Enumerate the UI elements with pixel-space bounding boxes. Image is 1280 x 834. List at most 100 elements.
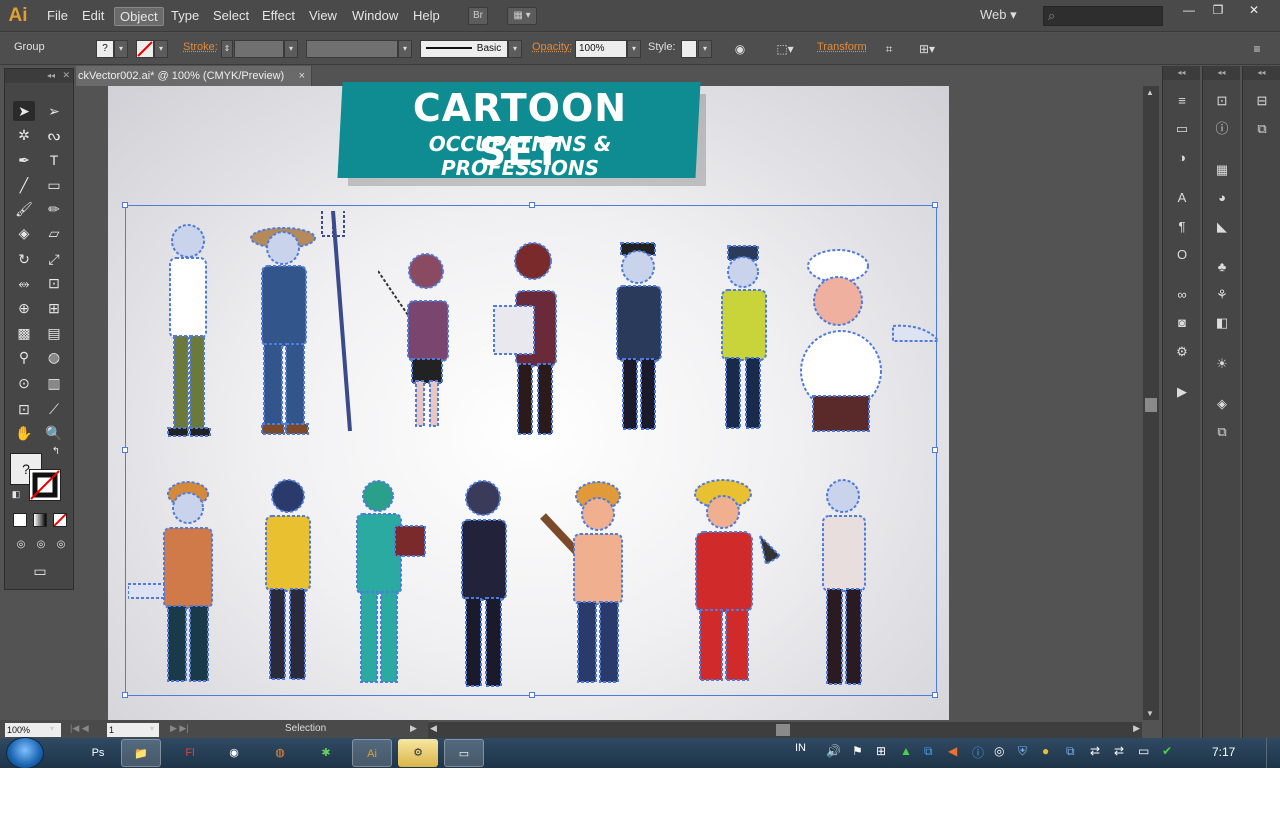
taskbar-clock[interactable]: 7:17: [1212, 745, 1235, 759]
taskbar-explorer-icon[interactable]: 📁: [121, 739, 161, 767]
mesh-tool-icon[interactable]: ▩: [13, 323, 35, 343]
zoom-tool-icon[interactable]: 🔍: [43, 423, 65, 443]
menu-view[interactable]: View: [304, 7, 342, 24]
scroll-right-icon[interactable]: ▶: [1133, 723, 1140, 734]
stroke-swatch[interactable]: [136, 40, 154, 58]
appearance-panel-icon[interactable]: ☀: [1210, 353, 1234, 375]
vertical-scroll-thumb[interactable]: [1145, 398, 1157, 412]
column-graph-tool-icon[interactable]: ▥: [43, 373, 65, 393]
screen-mode-icon[interactable]: ▭: [27, 561, 53, 579]
tray-windows-icon[interactable]: ⊞: [876, 744, 886, 758]
direct-selection-tool-icon[interactable]: ➢: [43, 101, 65, 121]
opacity-dropdown[interactable]: ▾: [627, 40, 641, 58]
doctor-figure[interactable]: [148, 216, 228, 446]
workspace-switcher[interactable]: Web ▾: [980, 7, 1017, 23]
horizontal-scrollbar[interactable]: ◀ ▶: [428, 722, 1142, 738]
chef-figure[interactable]: [793, 246, 943, 446]
scale-tool-icon[interactable]: ⤢: [43, 249, 65, 269]
vertical-scrollbar[interactable]: ▲ ▼: [1143, 86, 1159, 720]
gradient-panel-icon[interactable]: ▭: [1170, 118, 1194, 140]
fill-dropdown[interactable]: ▾: [114, 40, 128, 58]
waiter-figure[interactable]: [803, 476, 883, 691]
info-panel-icon[interactable]: ⓘ: [1210, 118, 1234, 140]
transform-options-icon[interactable]: ⊞▾: [912, 41, 942, 57]
mechanic-figure[interactable]: [248, 476, 328, 691]
tray-speaker-icon[interactable]: ◀: [948, 744, 957, 758]
recolor-artwork-icon[interactable]: ◉: [731, 41, 749, 57]
isolate-group-icon[interactable]: ⌗: [880, 41, 898, 57]
play-action-icon[interactable]: ▶: [1170, 381, 1194, 403]
artboard-dropdown-icon[interactable]: ▾: [150, 724, 154, 733]
menu-effect[interactable]: Effect: [257, 7, 300, 24]
image-trace-panel-icon[interactable]: ◙: [1170, 312, 1194, 334]
businessman-figure[interactable]: [438, 476, 528, 691]
firefighter-figure[interactable]: [668, 476, 788, 691]
taskbar-chrome-icon[interactable]: ◉: [214, 739, 254, 767]
draw-normal-icon[interactable]: ◎: [11, 537, 31, 553]
taskbar-utility-icon[interactable]: ⚙: [398, 739, 438, 767]
minimize-button[interactable]: —: [1174, 0, 1204, 20]
draw-inside-icon[interactable]: ◎: [51, 537, 71, 553]
canvas-area[interactable]: CARTOON SET OCCUPATIONS & PROFESSIONS: [76, 82, 1143, 720]
taskbar-illustrator-icon[interactable]: Ai: [352, 739, 392, 767]
hand-tool-icon[interactable]: ✋: [13, 423, 35, 443]
rotate-tool-icon[interactable]: ↻: [13, 249, 35, 269]
close-window-button[interactable]: ✕: [1228, 0, 1280, 20]
variable-width-profile[interactable]: [306, 40, 398, 58]
tools-close-icon[interactable]: ✕: [62, 70, 70, 81]
pencil-tool-icon[interactable]: ✏: [43, 199, 65, 219]
transform-link[interactable]: Transform: [817, 41, 867, 53]
graphic-style-dropdown[interactable]: ▾: [698, 40, 712, 58]
dock-collapse-icon[interactable]: ◂◂: [1243, 66, 1280, 80]
search-input[interactable]: ⌕: [1043, 6, 1163, 26]
gradient-mode-icon[interactable]: [33, 513, 47, 527]
pathfinder-panel-icon[interactable]: ⧉: [1210, 421, 1234, 443]
stroke-dropdown[interactable]: ▾: [154, 40, 168, 58]
traffic-warden-figure[interactable]: [698, 244, 788, 439]
menu-object[interactable]: Object: [114, 7, 164, 26]
start-button[interactable]: [6, 737, 44, 768]
paragraph-panel-icon[interactable]: ¶: [1170, 216, 1194, 238]
paintbrush-tool-icon[interactable]: 🖌: [13, 199, 35, 219]
language-indicator[interactable]: IN: [795, 742, 806, 754]
selection-handle[interactable]: [529, 202, 535, 208]
tray-info-icon[interactable]: ⓘ: [972, 744, 984, 761]
taskbar-photoshop-icon[interactable]: Ps: [78, 739, 118, 767]
zoom-dropdown-icon[interactable]: ▾: [50, 724, 54, 733]
draw-behind-icon[interactable]: ◎: [31, 537, 51, 553]
character-panel-icon[interactable]: A: [1170, 187, 1194, 209]
menu-window[interactable]: Window: [347, 7, 403, 24]
show-desktop-button[interactable]: [1266, 738, 1280, 768]
line-tool-icon[interactable]: ╱: [13, 175, 35, 195]
taskbar-flash-icon[interactable]: Fl: [170, 739, 210, 767]
swatches-panel-icon[interactable]: ▦: [1210, 159, 1234, 181]
perspective-grid-tool-icon[interactable]: ⊞: [43, 298, 65, 318]
dock-collapse-icon[interactable]: ◂◂: [1163, 66, 1200, 80]
scroll-left-icon[interactable]: ◀: [430, 723, 437, 734]
construction-worker-figure[interactable]: [128, 476, 238, 691]
selection-handle[interactable]: [932, 202, 938, 208]
surgeon-figure[interactable]: [333, 476, 443, 691]
last-artboard-icon[interactable]: ▶ ▶|: [170, 723, 189, 734]
tray-green-icon[interactable]: ▲: [900, 744, 912, 758]
tray-check-icon[interactable]: ✔: [1162, 744, 1172, 758]
slice-tool-icon[interactable]: ⟋: [43, 399, 65, 419]
status-menu-icon[interactable]: ▶: [410, 723, 417, 734]
stroke-color-box[interactable]: [29, 469, 61, 501]
taskbar-firefox-icon[interactable]: ◍: [260, 739, 300, 767]
tray-shield-icon[interactable]: ⛨: [1018, 744, 1027, 759]
layers-panel-icon[interactable]: ◈: [1210, 393, 1234, 415]
selection-handle[interactable]: [122, 447, 128, 453]
document-tab[interactable]: ckVector002.ai* @ 100% (CMYK/Preview) ×: [76, 66, 312, 86]
tray-display-icon[interactable]: ▭: [1138, 744, 1149, 758]
horizontal-scroll-thumb[interactable]: [776, 724, 790, 736]
lasso-tool-icon[interactable]: ᔓ: [43, 125, 65, 145]
transparency-panel-icon[interactable]: ◑: [1170, 147, 1194, 169]
eyedropper-tool-icon[interactable]: ⚲: [13, 347, 35, 367]
selection-handle[interactable]: [932, 447, 938, 453]
menu-select[interactable]: Select: [208, 7, 254, 24]
rectangle-tool-icon[interactable]: ▭: [43, 175, 65, 195]
taskbar-window-icon[interactable]: ▭: [444, 739, 484, 767]
selection-handle[interactable]: [122, 692, 128, 698]
stroke-weight-field[interactable]: [234, 40, 284, 58]
